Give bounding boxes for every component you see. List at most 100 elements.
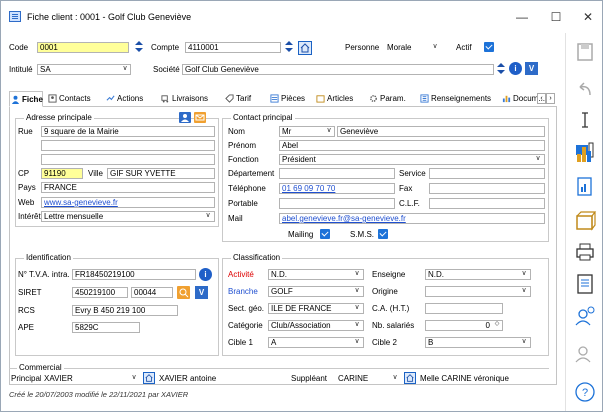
departement-input[interactable] (279, 168, 395, 179)
siret-input[interactable]: 450219100 (72, 287, 128, 298)
cible2-select[interactable]: B (425, 337, 531, 348)
service-label: Service (399, 169, 426, 178)
tva-info-icon[interactable]: i (199, 268, 212, 281)
pays-input[interactable]: FRANCE (41, 182, 215, 193)
minimize-button[interactable]: — (509, 9, 535, 25)
tab-fiche[interactable]: Fiche (9, 91, 43, 107)
suppleant-select[interactable]: CARINE (335, 373, 391, 384)
verify-siret-icon[interactable]: V (195, 286, 208, 299)
chevron-down-icon: ∨ (205, 212, 211, 219)
tva-input[interactable]: FR18450219100 (72, 269, 196, 280)
clf-input[interactable] (429, 198, 545, 209)
home-icon[interactable] (298, 41, 312, 55)
home-icon[interactable] (404, 372, 416, 384)
interet-select[interactable]: Lettre mensuelle (41, 211, 215, 222)
pays-label: Pays (18, 183, 36, 192)
societe-stepper[interactable] (496, 62, 506, 76)
cible1-select[interactable]: A (268, 337, 364, 348)
tab-actions[interactable]: Actions (105, 91, 143, 107)
save-icon[interactable] (572, 39, 598, 65)
activite-label: Activité (228, 270, 254, 279)
rue-input[interactable]: 9 square de la Mairie (41, 126, 215, 137)
compte-stepper[interactable] (284, 40, 294, 54)
enseigne-select[interactable]: N.D. (425, 269, 531, 280)
tab-param[interactable]: Param. (368, 91, 406, 107)
tab-renseignements[interactable]: Renseignements (419, 91, 491, 107)
printer-icon[interactable] (572, 239, 598, 265)
close-button[interactable]: ✕ (575, 9, 601, 25)
web-link[interactable]: www.sa-genevieve.fr (41, 197, 215, 208)
stats-chart-icon[interactable] (572, 141, 598, 167)
tab-contacts[interactable]: Contacts (47, 91, 91, 107)
code-input[interactable]: 0001 (37, 42, 129, 53)
portable-input[interactable] (279, 198, 395, 209)
person-icon (11, 95, 20, 104)
home-icon[interactable] (143, 372, 155, 384)
rcs-input[interactable]: Evry B 450 219 100 (72, 305, 178, 316)
origine-label: Origine (372, 287, 398, 296)
undo-icon[interactable] (572, 77, 598, 103)
report-icon[interactable] (572, 271, 598, 297)
sect-geo-select[interactable]: ILE DE FRANCE (268, 303, 364, 314)
nom-input[interactable]: Geneviève (337, 126, 545, 137)
fax-input[interactable] (429, 183, 545, 194)
contacts-icon (48, 94, 57, 103)
service-input[interactable] (429, 168, 545, 179)
chevron-down-icon: ∨ (354, 287, 360, 294)
ville-input[interactable]: GIF SUR YVETTE (107, 168, 215, 179)
search-company-icon[interactable] (177, 286, 190, 299)
categorie-select[interactable]: Club/Association (268, 320, 364, 331)
societe-input[interactable]: Golf Club Geneviève (182, 64, 494, 75)
intitule-select[interactable]: SA (37, 64, 131, 75)
info-icon[interactable]: i (509, 62, 522, 75)
chevron-down-icon: ∨ (326, 127, 332, 134)
fax-label: Fax (399, 184, 413, 193)
actif-checkbox[interactable] (484, 42, 494, 52)
text-cursor-icon[interactable] (572, 107, 598, 133)
tab-scroll-right-icon[interactable]: › (546, 93, 555, 104)
rue-input-3[interactable] (41, 154, 215, 165)
client-window: Fiche client : 0001 - Golf Club Genevièv… (0, 0, 603, 412)
principal-select[interactable]: XAVIER (41, 373, 139, 384)
fonction-select[interactable]: Président (279, 154, 545, 165)
tab-tarif[interactable]: Tarif (224, 91, 251, 107)
tab-articles[interactable]: Articles (315, 91, 353, 107)
user-info-icon[interactable] (572, 303, 598, 329)
code-stepper[interactable] (134, 40, 144, 54)
prenom-input[interactable]: Abel (279, 140, 545, 151)
ape-input[interactable]: 5829C (72, 322, 140, 333)
maximize-button[interactable]: ☐ (543, 9, 569, 25)
interet-label: Intérêt (18, 212, 41, 221)
map-icon[interactable] (179, 112, 191, 123)
spinner-icon[interactable]: ◇ (493, 320, 501, 329)
ca-input[interactable] (425, 303, 503, 314)
tab-livraisons[interactable]: Livraisons (160, 91, 208, 107)
telephone-link[interactable]: 01 69 09 70 70 (279, 183, 395, 194)
envelope-icon[interactable] (194, 112, 206, 123)
mailing-checkbox[interactable] (320, 229, 330, 239)
nb-salaries-input[interactable]: 0 (425, 320, 503, 331)
siret-nic-input[interactable]: 00044 (131, 287, 173, 298)
nb-salaries-label: Nb. salariés (372, 321, 415, 330)
rue-input-2[interactable] (41, 140, 215, 151)
branche-select[interactable]: GOLF (268, 286, 364, 297)
cp-input[interactable]: 91190 (41, 168, 83, 179)
origine-select[interactable] (425, 286, 531, 297)
package-icon[interactable] (572, 208, 598, 234)
mail-link[interactable]: abel.genevieve.fr@sa-genevieve.fr (279, 213, 545, 224)
user-settings-icon[interactable] (572, 341, 598, 367)
document-stats-icon[interactable] (572, 174, 598, 200)
help-icon[interactable]: ? (572, 379, 598, 405)
enseigne-label: Enseigne (372, 270, 406, 279)
box-icon (316, 95, 325, 103)
adresse-title: Adresse principale (24, 113, 94, 123)
compte-input[interactable]: 4110001 (185, 42, 281, 53)
verify-icon[interactable]: V (525, 62, 538, 75)
siret-label: SIRET (18, 288, 42, 297)
sms-checkbox[interactable] (378, 229, 388, 239)
activite-select[interactable]: N.D. (268, 269, 364, 280)
title-bar: Fiche client : 0001 - Golf Club Genevièv… (1, 1, 602, 33)
tab-pieces[interactable]: Pièces (269, 91, 305, 107)
tab-scroll-left-icon[interactable]: ‹ (537, 93, 546, 104)
code-label: Code (9, 43, 29, 52)
